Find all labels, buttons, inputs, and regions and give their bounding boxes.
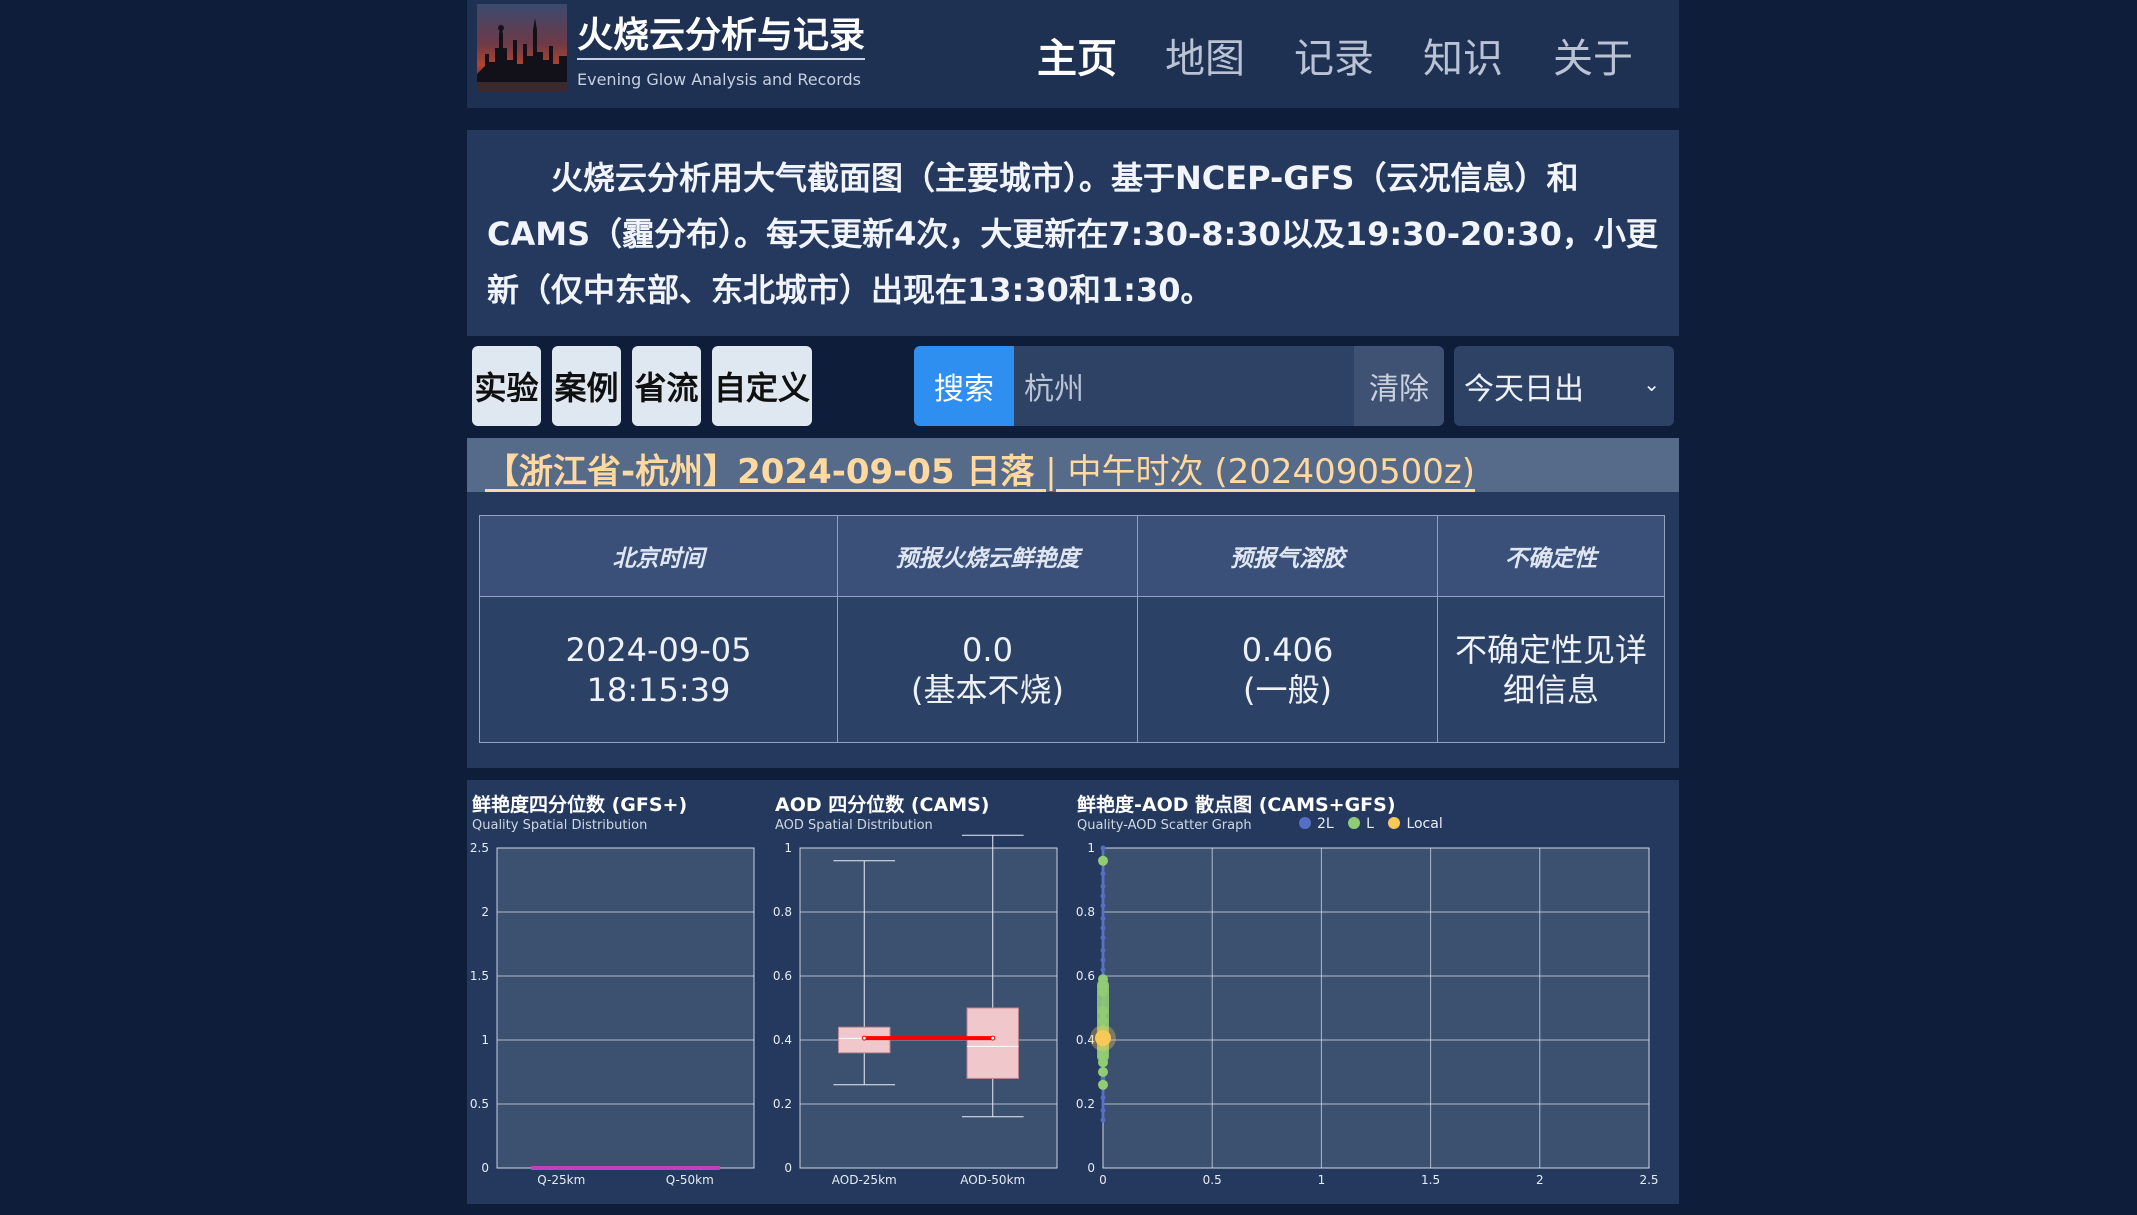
aod-desc: (一般)	[1243, 670, 1332, 709]
scatter-chart-x-tick-label: 2	[1536, 1173, 1544, 1187]
quality-value: 0.0	[962, 630, 1013, 669]
scatter-point-2l	[1100, 893, 1106, 899]
quality-desc: (基本不烧)	[911, 670, 1064, 709]
search-input[interactable]	[1014, 346, 1354, 426]
scatter-chart-x-tick-label: 1.5	[1421, 1173, 1440, 1187]
table-row: 2024-09-05 18:15:39 0.0 (基本不烧) 0.406 (一般…	[479, 596, 1665, 743]
scatter-point-2l	[1100, 1117, 1106, 1123]
uncertainty-text: 不确定性见详细信息	[1454, 630, 1647, 709]
cell-quality: 0.0 (基本不烧)	[837, 596, 1138, 743]
scatter-point-2l	[1100, 947, 1106, 953]
charts-canvas[interactable]: 0 0.5 1 1.5 2 2.5 Q-25km Q-50km 0 0.2 0.4 0.6 0.8 1 AO…	[467, 780, 1679, 1204]
data-saver-button[interactable]: 省流	[632, 346, 701, 426]
aod-chart-x-tick-label: AOD-25km	[832, 1173, 897, 1187]
time-date: 2024-09-05	[565, 630, 752, 669]
quality-chart-y-tick-label: 2.5	[470, 841, 489, 855]
quality-chart-x-tick-label: Q-50km	[666, 1173, 714, 1187]
intro-text: 火烧云分析用大气截面图（主要城市）。基于NCEP-GFS（云况信息）和CAMS（…	[487, 159, 1658, 309]
table-header-row: 北京时间 预报火烧云鲜艳度 预报气溶胶 不确定性	[479, 515, 1665, 597]
time-clock: 18:15:39	[586, 670, 731, 709]
scatter-point-2l	[1100, 883, 1106, 889]
scatter-chart-y-tick-label: 0.6	[1076, 969, 1095, 983]
scatter-chart-x-tick-label: 0.5	[1203, 1173, 1222, 1187]
scatter-chart-x-tick-label: 0	[1099, 1173, 1107, 1187]
quality-chart-plot-area	[496, 847, 755, 1169]
chevron-down-icon: ⌄	[1643, 372, 1660, 396]
aod-chart-y-tick-label: 1	[784, 841, 792, 855]
forecast-table: 北京时间 预报火烧云鲜艳度 预报气溶胶 不确定性 2024-09-05 18:1…	[479, 515, 1665, 743]
cell-uncertainty: 不确定性见详细信息	[1437, 596, 1665, 743]
aod-chart-y-tick-label: 0.2	[773, 1097, 792, 1111]
charts-panel: 鲜艳度四分位数 (GFS+) Quality Spatial Distribut…	[467, 780, 1679, 1204]
quality-chart-x-tick-label: Q-25km	[537, 1173, 585, 1187]
aod-chart-y-tick-label: 0.6	[773, 969, 792, 983]
quality-chart-y-tick-label: 1.5	[470, 969, 489, 983]
scatter-point-2l	[1100, 935, 1106, 941]
experiment-button[interactable]: 实验	[472, 346, 541, 426]
aod-chart-x-tick-label: AOD-50km	[960, 1173, 1025, 1187]
scatter-point-2l	[1100, 871, 1106, 877]
quality-chart-y-tick-label: 1	[481, 1033, 489, 1047]
scatter-chart-plot-area	[1102, 847, 1650, 1169]
column-header: 预报气溶胶	[1137, 515, 1438, 597]
scatter-chart-y-tick-label: 0.2	[1076, 1097, 1095, 1111]
search-group: 搜索 清除	[914, 346, 1444, 426]
scatter-point-l	[1098, 1079, 1108, 1090]
column-header: 预报火烧云鲜艳度	[837, 515, 1138, 597]
aod-chart-y-tick-label: 0.4	[773, 1033, 792, 1047]
nav-knowledge[interactable]: 知识	[1423, 26, 1503, 84]
nav-about[interactable]: 关于	[1553, 26, 1633, 84]
main-nav: 主页 地图 记录 知识 关于	[467, 26, 1679, 82]
cell-aod: 0.406 (一般)	[1137, 596, 1438, 743]
quality-chart-y-tick-label: 0.5	[470, 1097, 489, 1111]
aod-chart-mean-point	[861, 1035, 867, 1041]
result-heading-link[interactable]: 【浙江省-杭州】2024-09-05 日落 | 中午时次 (2024090500…	[485, 444, 1475, 493]
scatter-point-2l	[1100, 1095, 1106, 1101]
aod-chart-y-tick-label: 0	[784, 1161, 792, 1175]
cell-time: 2024-09-05 18:15:39	[479, 596, 838, 743]
column-header: 北京时间	[479, 515, 838, 597]
scatter-chart-x-tick-label: 1	[1318, 1173, 1326, 1187]
scatter-point-l	[1098, 1067, 1108, 1077]
scatter-point-local	[1095, 1030, 1111, 1047]
time-select-value: 今天日出	[1464, 372, 1584, 407]
quality-chart-y-tick-label: 0	[481, 1161, 489, 1175]
result-model-run: | 中午时次 (2024090500z)	[1034, 452, 1476, 492]
scatter-point-2l	[1100, 957, 1106, 963]
scatter-point-2l	[1100, 845, 1106, 851]
time-select[interactable]: 今天日出 ⌄	[1454, 346, 1674, 426]
search-button[interactable]: 搜索	[914, 346, 1014, 426]
scatter-point-2l	[1100, 903, 1106, 909]
aod-chart-mean-point	[990, 1035, 996, 1041]
site-header: 火烧云分析与记录 Evening Glow Analysis and Recor…	[467, 0, 1679, 108]
aod-value: 0.406	[1241, 630, 1334, 669]
cases-button[interactable]: 案例	[552, 346, 621, 426]
nav-records[interactable]: 记录	[1294, 26, 1374, 84]
aod-chart-y-tick-label: 0.8	[773, 905, 792, 919]
custom-button[interactable]: 自定义	[712, 346, 812, 426]
scatter-point-2l	[1100, 967, 1106, 973]
result-card: 【浙江省-杭州】2024-09-05 日落 | 中午时次 (2024090500…	[467, 438, 1679, 768]
clear-button[interactable]: 清除	[1354, 346, 1444, 426]
intro-panel: 火烧云分析用大气截面图（主要城市）。基于NCEP-GFS（云况信息）和CAMS（…	[467, 130, 1679, 336]
scatter-chart-y-tick-label: 0	[1087, 1161, 1095, 1175]
result-location-date: 【浙江省-杭州】2024-09-05 日落	[485, 452, 1035, 492]
quality-chart-y-tick-label: 2	[481, 905, 489, 919]
scatter-point-l	[1098, 855, 1108, 866]
column-header: 不确定性	[1437, 515, 1665, 597]
scatter-point-2l	[1100, 915, 1106, 921]
aod-chart-box	[966, 1007, 1019, 1079]
scatter-chart-x-tick-label: 2.5	[1639, 1173, 1658, 1187]
scatter-chart-y-tick-label: 0.8	[1076, 905, 1095, 919]
scatter-point-2l	[1100, 925, 1106, 931]
nav-home[interactable]: 主页	[1037, 26, 1117, 84]
scatter-chart-y-tick-label: 1	[1087, 841, 1095, 855]
scatter-point-2l	[1100, 1107, 1106, 1113]
nav-map[interactable]: 地图	[1165, 26, 1245, 84]
